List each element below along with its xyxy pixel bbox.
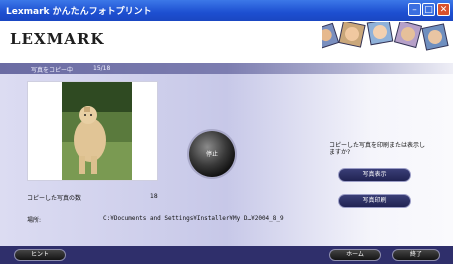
title-bar: Lexmark かんたんフォトプリント – □ ✕ — [0, 0, 453, 21]
app-window: Lexmark かんたんフォトプリント – □ ✕ LEXMARK 写真をコピー… — [0, 0, 453, 264]
print-photos-button[interactable]: 写真印刷 — [338, 194, 411, 208]
status-progress: 15/18 — [93, 65, 111, 72]
photo-frame-icon — [322, 22, 340, 50]
exit-button[interactable]: 終了 — [392, 249, 440, 261]
view-photos-button[interactable]: 写真表示 — [338, 168, 411, 182]
copied-count-label: コピーした写真の数 — [27, 195, 82, 202]
minimize-button[interactable]: – — [408, 3, 421, 16]
footer-bar — [0, 246, 453, 264]
stop-button-label: 停止 — [205, 151, 218, 158]
prompt-text-line2: ますか? — [329, 149, 351, 156]
photo-frame-icon — [421, 23, 449, 51]
hint-button[interactable]: ヒント — [14, 249, 66, 261]
photo-frame-icon — [338, 22, 366, 48]
photo-frame-icon — [393, 22, 423, 49]
window-title: Lexmark かんたんフォトプリント — [6, 7, 152, 17]
copied-count-value: 18 — [150, 193, 158, 200]
location-path: C:¥Documents and Settings¥Installer¥My D… — [103, 215, 284, 222]
dog-photo-image — [62, 82, 132, 180]
location-label: 場所: — [27, 217, 42, 224]
status-label: 写真をコピー中 — [31, 67, 74, 74]
maximize-button[interactable]: □ — [422, 3, 435, 16]
photo-preview — [27, 81, 158, 181]
stop-button[interactable]: 停止 — [189, 131, 235, 177]
header-photo-collage — [322, 22, 449, 51]
photo-frame-icon — [366, 22, 394, 46]
home-button[interactable]: ホーム — [329, 249, 381, 261]
close-button[interactable]: ✕ — [437, 3, 450, 16]
lexmark-logo: LEXMARK — [10, 30, 105, 48]
